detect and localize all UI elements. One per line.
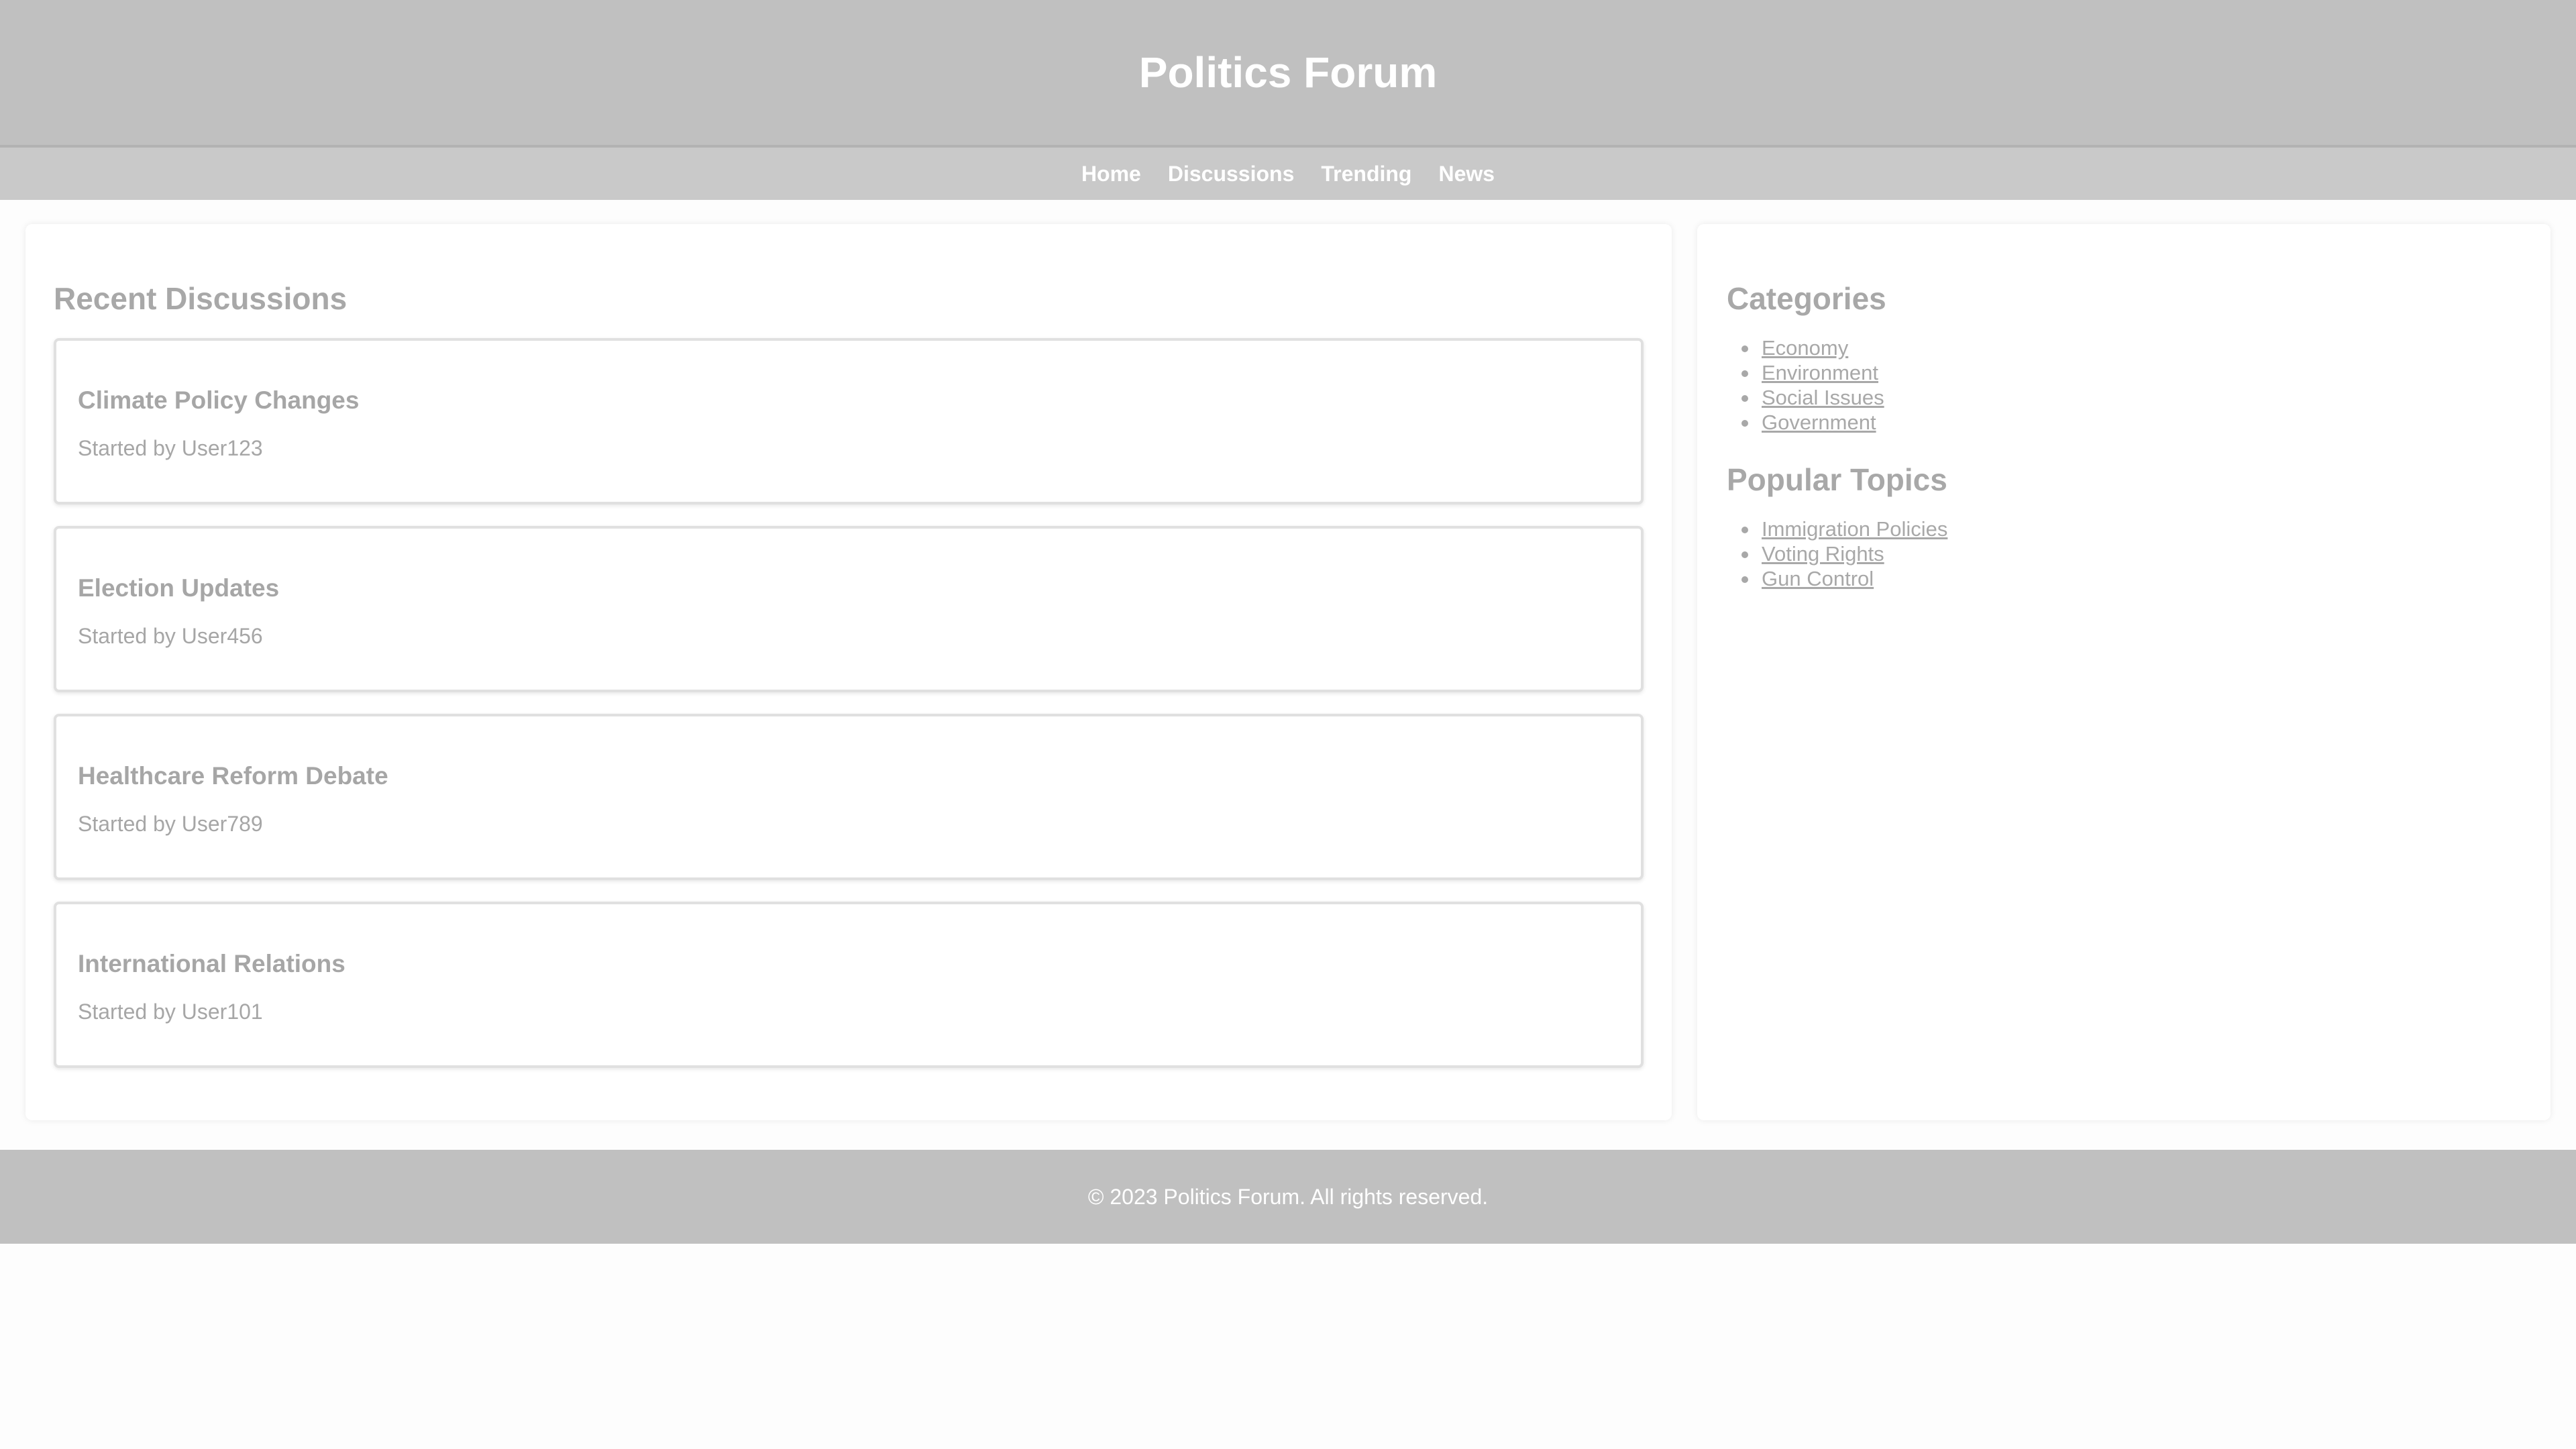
discussion-author: Started by User123 (78, 436, 263, 460)
copyright-text: © 2023 Politics Forum. All rights reserv… (1087, 1184, 1489, 1209)
sidebar: Categories Economy Environment Social Is… (1697, 224, 2551, 1120)
discussion-author: Started by User789 (78, 812, 263, 836)
discussion-title[interactable]: Healthcare Reform Debate (78, 762, 1641, 790)
topic-link-immigration-policies[interactable]: Immigration Policies (1762, 517, 1947, 541)
discussion-card[interactable]: Healthcare Reform Debate Started by User… (54, 714, 1644, 880)
list-item: Government (1741, 410, 2524, 435)
discussion-author: Started by User456 (78, 624, 263, 648)
discussion-card[interactable]: Climate Policy Changes Started by User12… (54, 338, 1644, 504)
discussion-author: Started by User101 (78, 1000, 263, 1024)
categories-list: Economy Environment Social Issues Govern… (1727, 335, 2524, 435)
list-item: Environment (1741, 360, 2524, 385)
topic-link-voting-rights[interactable]: Voting Rights (1762, 542, 1884, 566)
site-title: Politics Forum (1138, 48, 1438, 97)
nav-link-discussions[interactable]: Discussions (1168, 162, 1295, 186)
category-link-government[interactable]: Government (1762, 411, 1876, 434)
discussion-card[interactable]: Election Updates Started by User456 (54, 526, 1644, 692)
nav-link-trending[interactable]: Trending (1321, 162, 1411, 186)
nav-link-news[interactable]: News (1438, 162, 1495, 186)
discussion-title[interactable]: Climate Policy Changes (78, 386, 1641, 415)
site-header: Politics Forum (0, 0, 2576, 145)
discussion-title[interactable]: Election Updates (78, 574, 1641, 602)
topic-link-gun-control[interactable]: Gun Control (1762, 567, 1874, 590)
nav-link-home[interactable]: Home (1081, 162, 1141, 186)
popular-topics-list: Immigration Policies Voting Rights Gun C… (1727, 517, 2524, 591)
list-item: Immigration Policies (1741, 517, 2524, 541)
discussion-card[interactable]: International Relations Started by User1… (54, 902, 1644, 1068)
categories-heading: Categories (1727, 281, 1886, 316)
category-link-social-issues[interactable]: Social Issues (1762, 386, 1884, 409)
popular-topics-heading: Popular Topics (1727, 462, 1947, 497)
discussion-title[interactable]: International Relations (78, 950, 1641, 978)
site-footer: © 2023 Politics Forum. All rights reserv… (0, 1150, 2576, 1244)
main-nav: Home Discussions Trending News (0, 145, 2576, 200)
list-item: Voting Rights (1741, 541, 2524, 566)
recent-discussions-heading: Recent Discussions (54, 281, 347, 316)
category-link-economy[interactable]: Economy (1762, 336, 1848, 360)
category-link-environment[interactable]: Environment (1762, 361, 1878, 384)
list-item: Economy (1741, 335, 2524, 360)
list-item: Gun Control (1741, 566, 2524, 591)
list-item: Social Issues (1741, 385, 2524, 410)
recent-discussions-panel: Recent Discussions Climate Policy Change… (25, 224, 1672, 1120)
